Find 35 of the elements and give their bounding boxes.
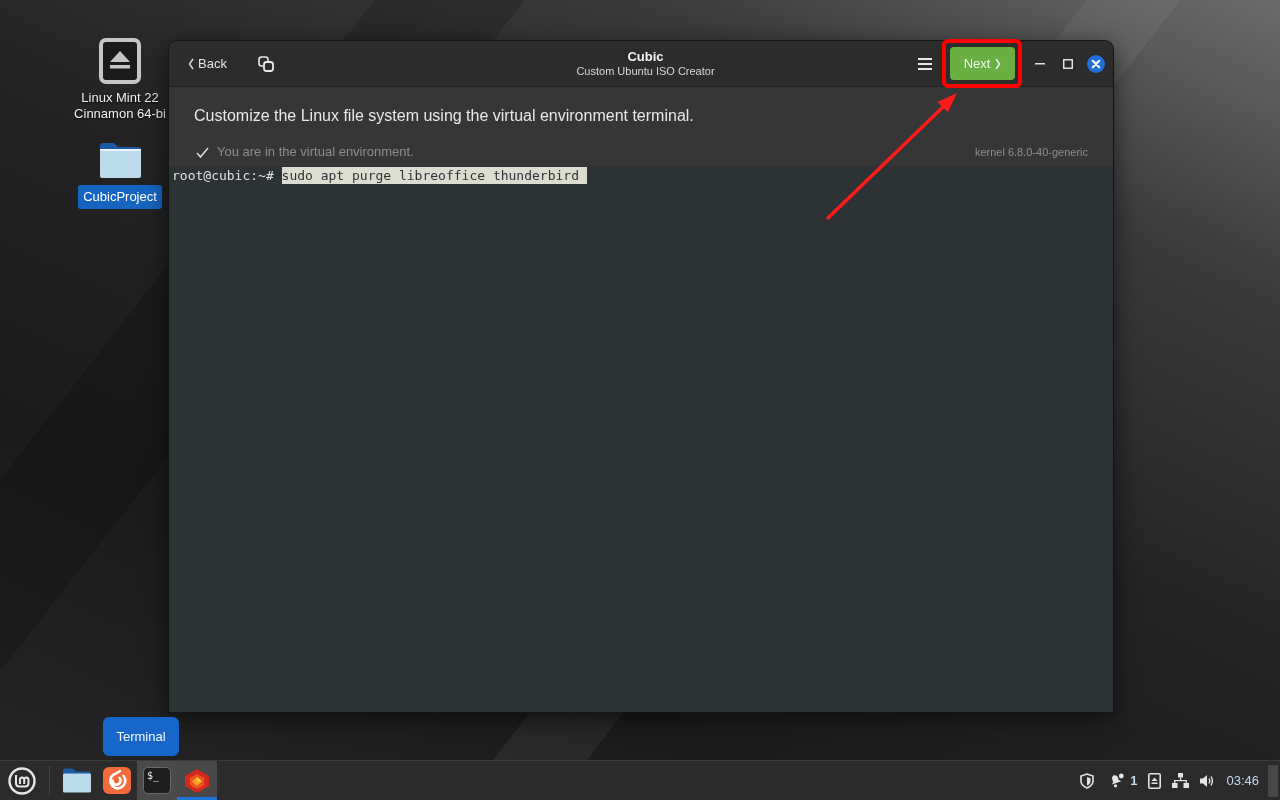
terminal-icon: $_ [143,767,171,794]
clock[interactable]: 03:46 [1226,773,1259,788]
copy-icon [257,55,274,72]
window-subtitle: Custom Ubuntu ISO Creator [576,64,715,78]
leaf-logo-icon [8,766,36,795]
back-button[interactable]: Back [183,52,232,75]
swirl-app-icon [103,767,131,794]
bell-icon[interactable] [1109,773,1125,788]
desktop-icon-label[interactable]: CubicProject [78,185,162,209]
status-text: You are in the virtual environment. [217,144,414,160]
kernel-version: kernel 6.8.0-40-generic [974,145,1088,160]
chevron-right-icon [995,57,1002,70]
notification-count: 1 [1130,773,1138,788]
chevron-left-icon [188,57,194,70]
terminal-command: sudo apt purge libreoffice thunderbird [281,167,587,184]
tooltip: Terminal [103,717,179,756]
eject-drive-icon[interactable] [1148,772,1162,789]
minimize-icon [1035,62,1045,65]
taskbar-app-button[interactable]: $_ [137,761,177,800]
instruction-text: Customize the Linux file system using the virtual environment terminal. [194,106,695,126]
folder-icon [63,768,91,793]
drive-icon[interactable] [99,38,141,84]
speaker-icon[interactable] [1200,773,1215,788]
menu-icon [918,57,932,70]
desktop-icon-label[interactable]: Linux Mint 22 Cinnamon 64-bi [72,90,168,122]
terminal-area[interactable]: root@cubic:~# sudo apt purge libreoffice thunderbird [169,166,1113,712]
terminal-prompt: root@cubic:~# [172,167,274,184]
shield-icon[interactable] [1080,772,1095,789]
window-title: Cubic [627,49,664,64]
close-icon [1087,54,1105,73]
folder-icon[interactable] [98,142,142,179]
maximize-icon [1063,58,1073,69]
network-icon[interactable] [1172,773,1190,788]
cube-icon [184,767,210,794]
check-icon [196,146,209,158]
